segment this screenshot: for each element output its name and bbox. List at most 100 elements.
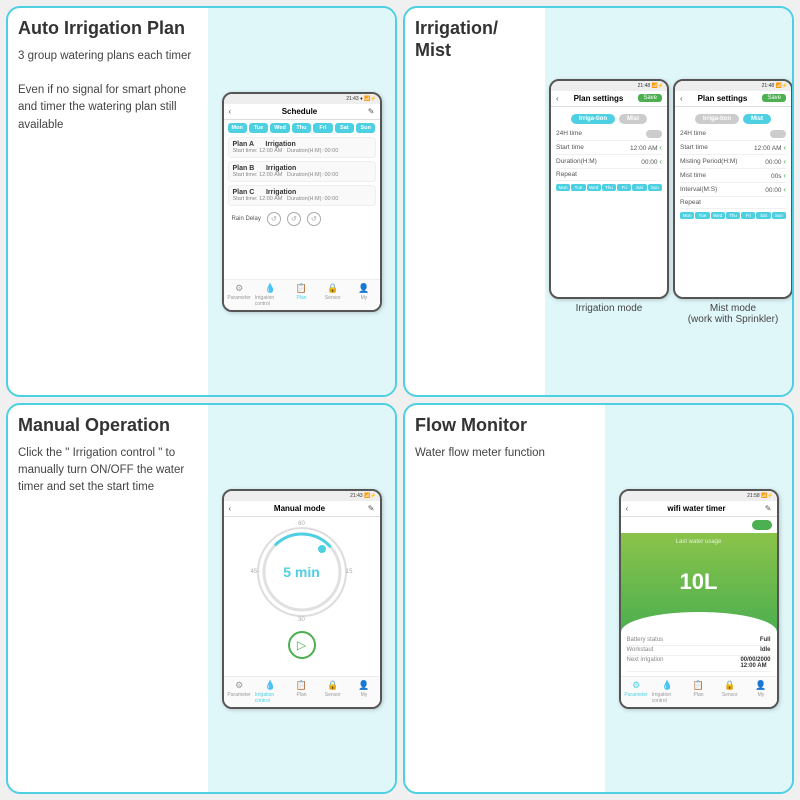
my-icon-flow: 👤 (755, 680, 766, 691)
mist-phone-label: Mist mode(work with Sprinkler) (688, 303, 779, 325)
auto-irrigation-title: Auto Irrigation Plan (18, 18, 198, 40)
nav-irrigation-q1[interactable]: 💧Irrigation control (255, 280, 286, 310)
save-btn-irr[interactable]: Save (638, 94, 662, 102)
auto-irrigation-text: Auto Irrigation Plan 3 group watering pl… (8, 8, 208, 395)
day-row-q1: Mon Tue Wed Thu Fri Sat Sun (228, 123, 376, 133)
nav-sensor-manual[interactable]: 🔒Sensor (317, 677, 348, 707)
plan-settings-title-irr: Plan settings (559, 94, 639, 103)
flow-monitor-title: Flow Monitor (415, 415, 595, 437)
edit-icon-flow[interactable]: ✎ (765, 504, 772, 513)
setting-start-mist[interactable]: Start time 12:00 AM ‹ (680, 141, 786, 155)
plan-icon-q1: 📋 (296, 283, 307, 294)
two-phones-row: 21:48 📶⚡ ‹ Plan settings Save Irriga-tio… (549, 79, 793, 325)
nav-parameter-flow[interactable]: ⚙Parameter (621, 677, 652, 707)
nav-my-flow[interactable]: 👤My (745, 677, 776, 707)
nav-irrigation-manual[interactable]: 💧Irrigation control (255, 677, 286, 707)
phone-nav-flow: ⚙Parameter 💧Irrigation control 📋Plan 🔒Se… (621, 676, 777, 707)
small-day-row-irr: Mon Tue Wed Thu Fri Sat Sun (556, 184, 662, 191)
day-thu[interactable]: Thu (292, 123, 311, 133)
mist-mode-btn-irr[interactable]: Mist (619, 114, 647, 124)
irrigation-mode-btn[interactable]: Irriga-tion (571, 114, 615, 124)
setting-duration-irr[interactable]: Duration(H:M) 00:00 ‹ (556, 155, 662, 169)
nav-plan-q1[interactable]: 📋Plan (286, 280, 317, 310)
setting-misting-period[interactable]: Misting Period(H:M) 00:00 ‹ (680, 155, 786, 169)
flow-wave (621, 612, 777, 632)
nav-plan-manual[interactable]: 📋Plan (286, 677, 317, 707)
day-fri[interactable]: Fri (313, 123, 332, 133)
play-button[interactable]: ▷ (288, 631, 316, 659)
plan-settings-body-mist: Irriga-tion Mist 24H time Start time 12:… (675, 107, 791, 297)
mist-mode-btn[interactable]: Mist (743, 114, 771, 124)
dial-svg (259, 529, 345, 615)
setting-interval[interactable]: Interval(M:S) 00:00 ‹ (680, 183, 786, 197)
manual-text: Manual Operation Click the " Irrigation … (8, 405, 208, 792)
dial-label-60: 60 (298, 521, 305, 527)
toggle-24h-irr[interactable] (646, 130, 662, 138)
rain-delay-row: Rain Delay ↺ ↺ ↺ (228, 210, 376, 228)
phone-header-irr: ‹ Plan settings Save (551, 91, 667, 107)
irrigation-icon-q1: 💧 (265, 283, 276, 294)
mist-phone: 21:48 📶⚡ ‹ Plan settings Save Irriga-tio… (673, 79, 793, 299)
parameter-icon-q1: ⚙ (235, 283, 243, 294)
nav-sensor-flow[interactable]: 🔒Sensor (714, 677, 745, 707)
flow-toggle[interactable] (752, 520, 772, 530)
sensor-icon-manual: 🔒 (327, 680, 338, 691)
save-btn-mist[interactable]: Save (762, 94, 786, 102)
toggle-24h-mist[interactable] (770, 130, 786, 138)
rain-circle-1[interactable]: ↺ (267, 212, 281, 226)
my-icon-manual: 👤 (358, 680, 369, 691)
nav-parameter-manual[interactable]: ⚙Parameter (224, 677, 255, 707)
dial-container[interactable]: 60 15 30 45 · 5 min (257, 527, 347, 617)
last-water-label: Last water usage (676, 539, 722, 545)
phone-header-mist: ‹ Plan settings Save (675, 91, 791, 107)
nav-my-manual[interactable]: 👤My (348, 677, 379, 707)
flow-toggle-row (621, 517, 777, 533)
nav-sensor-q1[interactable]: 🔒Sensor (317, 280, 348, 310)
plan-settings-body-irr: Irriga-tion Mist 24H time Start time 12:… (551, 107, 667, 297)
irrigation-mist-phones: 21:48 📶⚡ ‹ Plan settings Save Irriga-tio… (545, 8, 794, 395)
mist-phone-col: 21:48 📶⚡ ‹ Plan settings Save Irriga-tio… (673, 79, 793, 325)
plan-c: Plan C Irrigation Start time: 12:00 AM D… (228, 185, 376, 206)
irrigation-mode-btn-mist[interactable]: Irriga-tion (695, 114, 739, 124)
manual-phones: 21:43 📶⚡ ‹ Manual mode ✎ 60 15 30 45 · (208, 405, 395, 792)
dial-label-15: 15 (346, 569, 353, 575)
irrigation-icon-manual: 💧 (265, 680, 276, 691)
setting-start-irr[interactable]: Start time 12:00 AM ‹ (556, 141, 662, 155)
flow-header-title: wifi water timer (628, 504, 765, 513)
my-icon-q1: 👤 (358, 283, 369, 294)
flow-monitor-phones: 21:58 📶⚡ ‹ wifi water timer ✎ Last water… (605, 405, 792, 792)
setting-mist-time[interactable]: Mist time 00s ‹ (680, 169, 786, 183)
nav-plan-flow[interactable]: 📋Plan (683, 677, 714, 707)
quadrant-auto-irrigation: Auto Irrigation Plan 3 group watering pl… (6, 6, 397, 397)
parameter-icon-flow: ⚙ (632, 680, 640, 691)
flow-green-area: Last water usage 10L (621, 533, 777, 632)
nav-irrigation-flow[interactable]: 💧Irrigation control (652, 677, 683, 707)
quadrant-flow-monitor: Flow Monitor Water flow meter function 2… (403, 403, 794, 794)
sensor-icon-q1: 🔒 (327, 283, 338, 294)
day-mon[interactable]: Mon (228, 123, 247, 133)
schedule-phone: 21:43 ♦ 📶⚡ ‹ Schedule ✎ Mon Tue Wed Thu … (222, 92, 382, 312)
phone-nav-q1: ⚙Parameter 💧Irrigation control 📋Plan 🔒Se… (224, 279, 380, 310)
schedule-title: Schedule (231, 107, 368, 116)
day-sun[interactable]: Sun (356, 123, 375, 133)
edit-icon-manual[interactable]: ✎ (368, 504, 375, 513)
irrigation-phone: 21:48 📶⚡ ‹ Plan settings Save Irriga-tio… (549, 79, 669, 299)
setting-repeat-mist: Repeat (680, 197, 786, 209)
stat-battery: Battery status Full (627, 636, 771, 646)
day-tue[interactable]: Tue (249, 123, 268, 133)
rain-circle-2[interactable]: ↺ (287, 212, 301, 226)
flow-body: Last water usage 10L Battery status Full… (621, 517, 777, 676)
phone-status-mist: 21:48 📶⚡ (675, 81, 791, 91)
rain-circle-3[interactable]: ↺ (307, 212, 321, 226)
flow-stats: Battery status Full Workstaut Idle Next … (621, 632, 777, 676)
plan-icon-flow: 📋 (693, 680, 704, 691)
manual-body: 60 15 30 45 · 5 min ▷ (224, 517, 380, 676)
phone-nav-manual: ⚙Parameter 💧Irrigation control 📋Plan 🔒Se… (224, 676, 380, 707)
nav-my-q1[interactable]: 👤My (348, 280, 379, 310)
plan-b: Plan B Irrigation Start time: 12:00 AM D… (228, 161, 376, 182)
edit-icon-q1[interactable]: ✎ (368, 107, 375, 116)
quadrant-manual: Manual Operation Click the " Irrigation … (6, 403, 397, 794)
nav-parameter-q1[interactable]: ⚙Parameter (224, 280, 255, 310)
day-wed[interactable]: Wed (270, 123, 289, 133)
day-sat[interactable]: Sat (335, 123, 354, 133)
